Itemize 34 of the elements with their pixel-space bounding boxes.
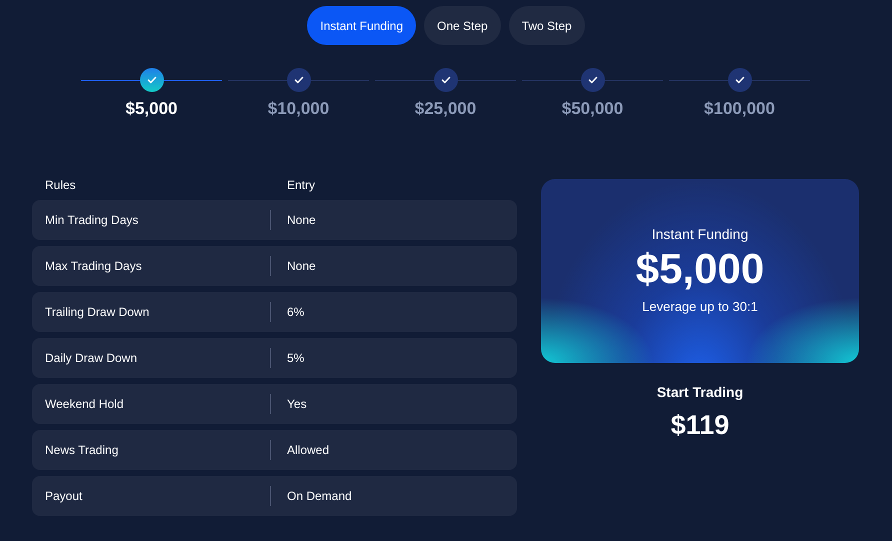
table-cell-text: 5% [286,350,304,366]
table-cell-text: Allowed [286,442,330,458]
table-cell-text: Max Trading Days [44,258,143,274]
card-title: Instant Funding [652,225,748,244]
price-amount: $119 [670,408,730,442]
table-cell-text: News Trading [44,442,120,458]
card-subtitle: Leverage up to 30:1 [642,298,758,316]
amount-option[interactable]: $5,000 [126,96,178,122]
table-cell-text: On Demand [286,488,352,504]
table-cell-text: Min Trading Days [44,212,140,228]
step-check-icon [434,68,458,92]
amount-option[interactable]: $100,000 [704,96,775,122]
step-check-icon [728,68,752,92]
column-header: Rules [44,176,77,194]
card-amount: $5,000 [636,245,764,294]
table-cell-text: Trailing Draw Down [44,304,150,320]
step-check-icon [580,68,604,92]
table-cell-text: None [286,258,316,274]
table-cell-text: Weekend Hold [44,396,124,412]
step-check-icon [286,68,310,92]
table-cell-text: Yes [286,396,307,412]
column-header: Entry [286,176,316,194]
table-cell-text: Payout [44,488,84,504]
amount-option[interactable]: $25,000 [414,96,476,122]
table-cell-text: Daily Draw Down [44,350,138,366]
table-cell-text: 6% [286,304,304,320]
amount-option[interactable]: $10,000 [268,96,330,122]
table-cell-text: None [286,212,316,228]
tab[interactable]: Two Step [508,6,585,45]
price-label: Start Trading [656,382,744,402]
step-check-icon [140,68,164,92]
tab[interactable]: Instant Funding [307,6,416,45]
tab[interactable]: One Step [424,6,501,45]
amount-option[interactable]: $50,000 [562,96,624,122]
